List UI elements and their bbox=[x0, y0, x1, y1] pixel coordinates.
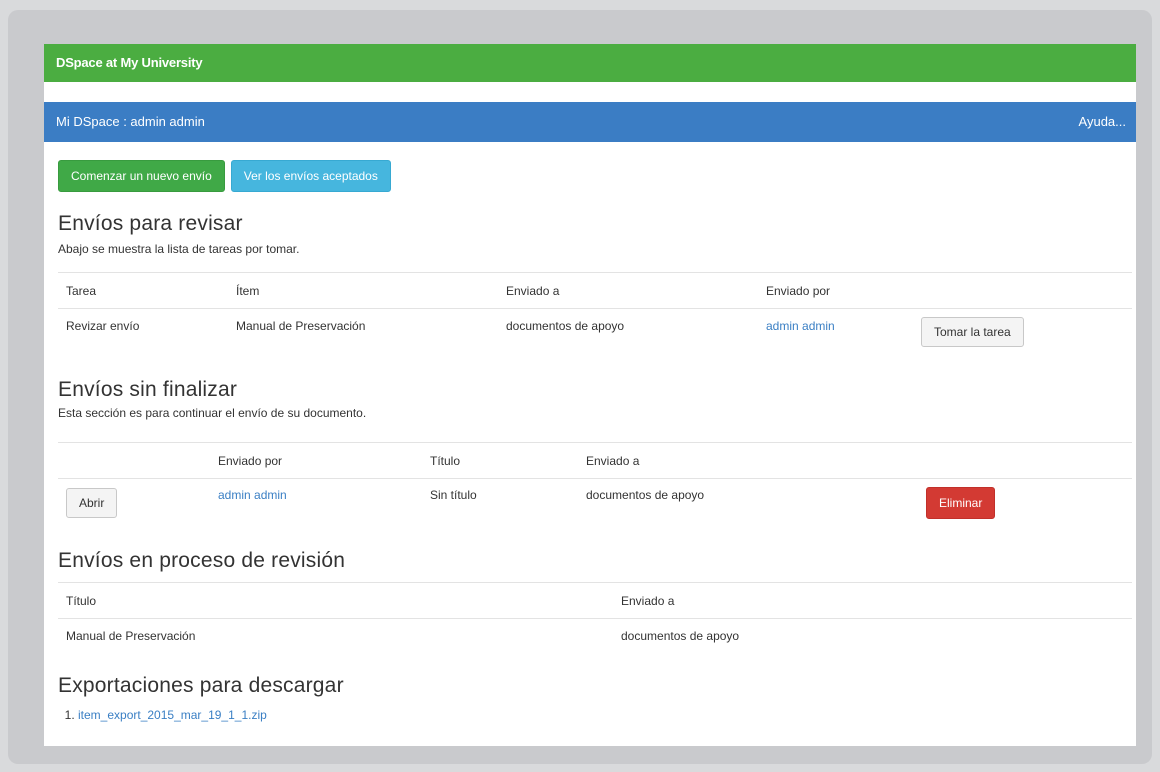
col-header-sent-to: Enviado a bbox=[621, 593, 675, 608]
mydspace-navbar: Mi DSpace : admin admin Ayuda... bbox=[44, 102, 1136, 142]
col-header-task: Tarea bbox=[66, 283, 97, 298]
dspace-page: DSpace at My University Mi DSpace : admi… bbox=[44, 44, 1136, 746]
col-header-sent-by: Enviado por bbox=[218, 453, 283, 468]
table-header-row: Título Enviado a bbox=[58, 582, 1132, 619]
open-button[interactable]: Abrir bbox=[66, 488, 118, 518]
title-cell: Manual de Preservación bbox=[66, 629, 196, 643]
unfinished-table: Enviado por Título Enviado a Abrir admin… bbox=[58, 442, 1132, 519]
task-cell: Revizar envío bbox=[66, 319, 140, 333]
unfinished-description: Esta sección es para continuar el envío … bbox=[58, 406, 367, 420]
col-header-sent-to: Enviado a bbox=[586, 453, 640, 468]
sent-by-link[interactable]: admin admin bbox=[218, 488, 287, 502]
review-table: Tarea Ítem Enviado a Enviado por Revizar… bbox=[58, 272, 1132, 347]
delete-button[interactable]: Eliminar bbox=[926, 487, 996, 519]
title-cell: Sin título bbox=[430, 488, 477, 502]
col-header-item: Ítem bbox=[236, 283, 260, 298]
review-heading: Envíos para revisar bbox=[58, 212, 243, 235]
site-title[interactable]: DSpace at My University bbox=[56, 55, 203, 70]
table-header-row: Tarea Ítem Enviado a Enviado por bbox=[58, 272, 1132, 309]
table-row: Manual de Preservación documentos de apo… bbox=[58, 619, 1132, 643]
table-row: Revizar envío Manual de Preservación doc… bbox=[58, 309, 1132, 347]
navbar-title: Mi DSpace : admin admin bbox=[56, 114, 205, 129]
in-review-table: Título Enviado a Manual de Preservación … bbox=[58, 582, 1132, 643]
col-header-sent-by: Enviado por bbox=[766, 283, 831, 298]
in-review-heading: Envíos en proceso de revisión bbox=[58, 549, 346, 572]
col-header-title: Título bbox=[66, 593, 97, 608]
col-header-title: Título bbox=[430, 453, 461, 468]
new-submission-button[interactable]: Comenzar un nuevo envío bbox=[58, 160, 225, 192]
list-item: item_export_2015_mar_19_1_1.zip bbox=[78, 708, 267, 722]
table-header-row: Enviado por Título Enviado a bbox=[58, 442, 1132, 479]
exports-list: item_export_2015_mar_19_1_1.zip bbox=[58, 708, 267, 722]
site-header: DSpace at My University bbox=[44, 44, 1136, 82]
take-task-button[interactable]: Tomar la tarea bbox=[921, 317, 1024, 347]
help-link[interactable]: Ayuda... bbox=[1079, 102, 1126, 142]
sent-to-cell: documentos de apoyo bbox=[586, 488, 705, 502]
unfinished-heading: Envíos sin finalizar bbox=[58, 378, 238, 401]
exports-heading: Exportaciones para descargar bbox=[58, 674, 344, 697]
sent-by-link[interactable]: admin admin bbox=[766, 319, 835, 333]
col-header-sent-to: Enviado a bbox=[506, 283, 560, 298]
sent-to-cell: documentos de apoyo bbox=[621, 629, 740, 643]
sent-to-cell: documentos de apoyo bbox=[506, 319, 625, 333]
item-cell: Manual de Preservación bbox=[236, 319, 366, 333]
review-description: Abajo se muestra la lista de tareas por … bbox=[58, 242, 300, 256]
table-row: Abrir admin admin Sin título documentos … bbox=[58, 479, 1132, 519]
action-buttons: Comenzar un nuevo envío Ver los envíos a… bbox=[44, 142, 1136, 192]
accepted-submissions-button[interactable]: Ver los envíos aceptados bbox=[230, 160, 391, 192]
export-file-link[interactable]: item_export_2015_mar_19_1_1.zip bbox=[78, 708, 267, 722]
